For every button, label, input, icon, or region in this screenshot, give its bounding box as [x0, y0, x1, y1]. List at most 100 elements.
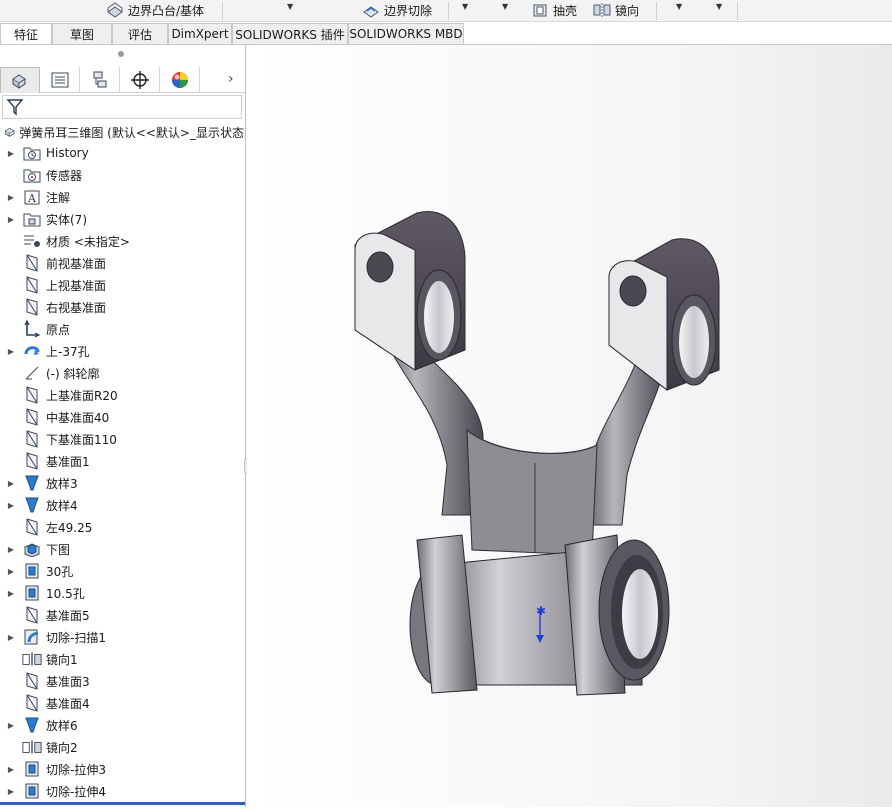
- tree-item[interactable]: 镜向1: [0, 648, 245, 670]
- tree-item-label: 原点: [46, 322, 71, 337]
- dropdown-arrow-icon[interactable]: ▼: [502, 2, 508, 11]
- tree-item[interactable]: 传感器: [0, 164, 245, 186]
- tree-item-label: 下图: [46, 542, 71, 557]
- tree-item[interactable]: 上视基准面: [0, 274, 245, 296]
- feature-manager-tab[interactable]: [0, 67, 40, 93]
- expand-arrow-icon[interactable]: ▶: [0, 193, 22, 202]
- tree-item[interactable]: 基准面1: [0, 450, 245, 472]
- command-manager-tabs: 特征 草图 评估 DimXpert SOLIDWORKS 插件 SOLIDWOR…: [0, 22, 892, 45]
- tree-item-label: 左49.25: [46, 520, 93, 535]
- boundary-cut-label: 边界切除: [384, 3, 433, 18]
- boundary-boss-button[interactable]: 边界凸台/基体: [106, 0, 204, 20]
- expand-arrow-icon[interactable]: ▶: [0, 765, 22, 774]
- property-manager-tab[interactable]: [40, 67, 80, 93]
- tree-item-label: History: [46, 146, 89, 160]
- tree-item[interactable]: ▶ History: [0, 142, 245, 164]
- tree-item[interactable]: ▶ 10.5孔: [0, 582, 245, 604]
- dimxpert-manager-tab[interactable]: [120, 67, 160, 93]
- tree-item-label: 下基准面110: [46, 432, 117, 447]
- chevron-right-icon[interactable]: ›: [228, 71, 234, 87]
- display-manager-tab[interactable]: [160, 67, 200, 93]
- tree-item[interactable]: ▶ 下图: [0, 538, 245, 560]
- svg-text:A: A: [27, 192, 37, 205]
- filter-field[interactable]: [2, 95, 242, 119]
- tree-item[interactable]: 左49.25: [0, 516, 245, 538]
- dropdown-arrow-icon[interactable]: ▼: [676, 2, 682, 11]
- configuration-manager-tab[interactable]: [80, 67, 120, 93]
- tab-sketch[interactable]: 草图: [52, 23, 112, 44]
- tree-item[interactable]: 下基准面110: [0, 428, 245, 450]
- plane-icon: [22, 606, 42, 624]
- expand-arrow-icon[interactable]: ▶: [0, 633, 22, 642]
- panel-tabs: ›: [0, 67, 245, 93]
- tab-dimxpert[interactable]: DimXpert: [168, 23, 232, 44]
- material-icon: [22, 232, 42, 250]
- plane-icon: [22, 430, 42, 448]
- tab-solidworks-mbd[interactable]: SOLIDWORKS MBD: [348, 23, 464, 44]
- expand-arrow-icon[interactable]: ▶: [0, 721, 22, 730]
- tree-item[interactable]: ▶ 切除-拉伸3: [0, 758, 245, 780]
- tree-item[interactable]: ▶ 切除-拉伸4: [0, 780, 245, 802]
- tree-item-label: 基准面4: [46, 696, 90, 711]
- loft-icon: [22, 496, 42, 514]
- plane-icon: [22, 298, 42, 316]
- tree-item-label: 基准面3: [46, 674, 90, 689]
- expand-arrow-icon[interactable]: ▶: [0, 347, 22, 356]
- dropdown-arrow-icon[interactable]: ▼: [716, 2, 722, 11]
- tree-item[interactable]: 基准面5: [0, 604, 245, 626]
- spring-shackle-model[interactable]: ✱: [247, 45, 892, 807]
- tab-features[interactable]: 特征: [0, 23, 52, 44]
- tree-item[interactable]: ▶ A 注解: [0, 186, 245, 208]
- tree-item-label: 右视基准面: [46, 300, 107, 315]
- tree-item[interactable]: 中基准面40: [0, 406, 245, 428]
- panel-grip-handle[interactable]: [118, 51, 124, 57]
- tree-item[interactable]: 基准面3: [0, 670, 245, 692]
- shell-button[interactable]: 抽壳: [531, 0, 577, 20]
- expand-arrow-icon[interactable]: ▶: [0, 589, 22, 598]
- dropdown-arrow-icon[interactable]: ▼: [462, 2, 468, 11]
- tree-item[interactable]: 基准面4: [0, 692, 245, 714]
- dropdown-arrow-icon[interactable]: ▼: [287, 2, 293, 11]
- mirror-icon: [22, 738, 42, 756]
- graphics-viewport[interactable]: ✱: [247, 45, 892, 807]
- tab-solidworks-addins[interactable]: SOLIDWORKS 插件: [232, 23, 348, 44]
- expand-arrow-icon[interactable]: ▶: [0, 149, 22, 158]
- plane-icon: [22, 452, 42, 470]
- shell-label: 抽壳: [553, 3, 578, 18]
- sweep-cut-icon: [22, 628, 42, 646]
- filter-icon: [6, 99, 24, 116]
- cut-extrude-icon: [22, 584, 42, 602]
- tree-item-label: 材质 <未指定>: [46, 234, 130, 249]
- tree-item[interactable]: 右视基准面: [0, 296, 245, 318]
- tree-item[interactable]: ▶ 放样6: [0, 714, 245, 736]
- tree-item-label: 放样6: [46, 718, 78, 733]
- mirror-icon: [593, 3, 611, 17]
- expand-arrow-icon[interactable]: ▶: [0, 479, 22, 488]
- tree-item[interactable]: ▶ 实体(7): [0, 208, 245, 230]
- mirror-button[interactable]: 镜向: [593, 0, 639, 20]
- tree-item[interactable]: ▶ 上-37孔: [0, 340, 245, 362]
- expand-arrow-icon[interactable]: ▶: [0, 787, 22, 796]
- expand-arrow-icon[interactable]: ▶: [0, 545, 22, 554]
- tree-item[interactable]: 上基准面R20: [0, 384, 245, 406]
- tree-item[interactable]: 原点: [0, 318, 245, 340]
- expand-arrow-icon[interactable]: ▶: [0, 501, 22, 510]
- tree-item[interactable]: ▶ 放样4: [0, 494, 245, 516]
- toolbar-separator: [448, 2, 449, 20]
- tree-item[interactable]: 镜向2: [0, 736, 245, 758]
- expand-arrow-icon[interactable]: ▶: [0, 215, 22, 224]
- boundary-cut-button[interactable]: 边界切除: [362, 0, 432, 20]
- shell-icon: [533, 4, 547, 17]
- tree-item[interactable]: 材质 <未指定>: [0, 230, 245, 252]
- tree-item[interactable]: 前视基准面: [0, 252, 245, 274]
- tree-item[interactable]: ▶ 切除-扫描1: [0, 626, 245, 648]
- cut-extrude-icon: [22, 782, 42, 800]
- tree-item[interactable]: ▶ 放样3: [0, 472, 245, 494]
- tab-evaluate[interactable]: 评估: [112, 23, 168, 44]
- part-root-node[interactable]: 弹簧吊耳三维图 (默认<<默认>_显示状态: [4, 123, 244, 141]
- expand-arrow-icon[interactable]: ▶: [0, 567, 22, 576]
- tree-item[interactable]: (-) 斜轮廓: [0, 362, 245, 384]
- tree-item-label: (-) 斜轮廓: [46, 366, 100, 381]
- plane-icon: [22, 518, 42, 536]
- tree-item[interactable]: ▶ 30孔: [0, 560, 245, 582]
